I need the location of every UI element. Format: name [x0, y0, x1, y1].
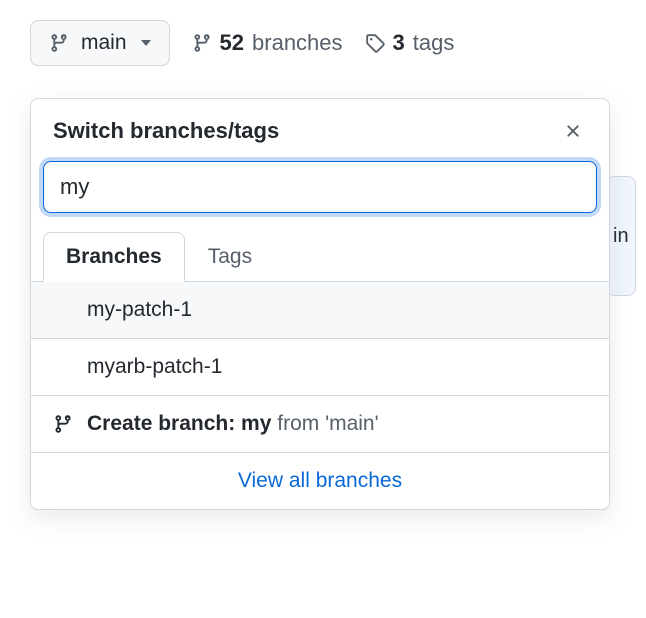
tags-count: 3: [393, 30, 405, 56]
git-branch-icon: [49, 33, 69, 53]
branch-search-input[interactable]: [43, 161, 597, 213]
branch-list: my-patch-1 myarb-patch-1: [31, 282, 609, 396]
git-branch-icon: [53, 414, 73, 434]
create-branch-prefix: Create branch:: [87, 412, 241, 435]
tab-tags[interactable]: Tags: [185, 232, 275, 282]
tags-link[interactable]: 3 tags: [365, 30, 455, 56]
branches-label: branches: [252, 30, 343, 56]
git-branch-icon: [192, 33, 212, 53]
branch-list-item[interactable]: myarb-patch-1: [31, 339, 609, 396]
current-branch-name: main: [81, 31, 127, 55]
tag-icon: [365, 33, 385, 53]
close-button[interactable]: [559, 117, 587, 145]
chevron-down-icon: [141, 40, 151, 46]
background-panel-fragment: in: [606, 176, 636, 296]
create-branch-name: my: [241, 412, 271, 435]
branch-selector-button[interactable]: main: [30, 20, 170, 66]
branches-count: 52: [220, 30, 244, 56]
view-all-branches-link[interactable]: View all branches: [31, 453, 609, 509]
tags-label: tags: [413, 30, 455, 56]
branch-list-item[interactable]: my-patch-1: [31, 282, 609, 339]
tab-branches[interactable]: Branches: [43, 232, 185, 282]
create-branch-from: from 'main': [277, 412, 378, 435]
popover-title: Switch branches/tags: [53, 118, 279, 144]
close-icon: [563, 121, 583, 141]
create-branch-row[interactable]: Create branch: my from 'main': [31, 396, 609, 453]
branches-link[interactable]: 52 branches: [192, 30, 343, 56]
branch-switcher-popover: Switch branches/tags Branches Tags my-pa…: [30, 98, 610, 510]
